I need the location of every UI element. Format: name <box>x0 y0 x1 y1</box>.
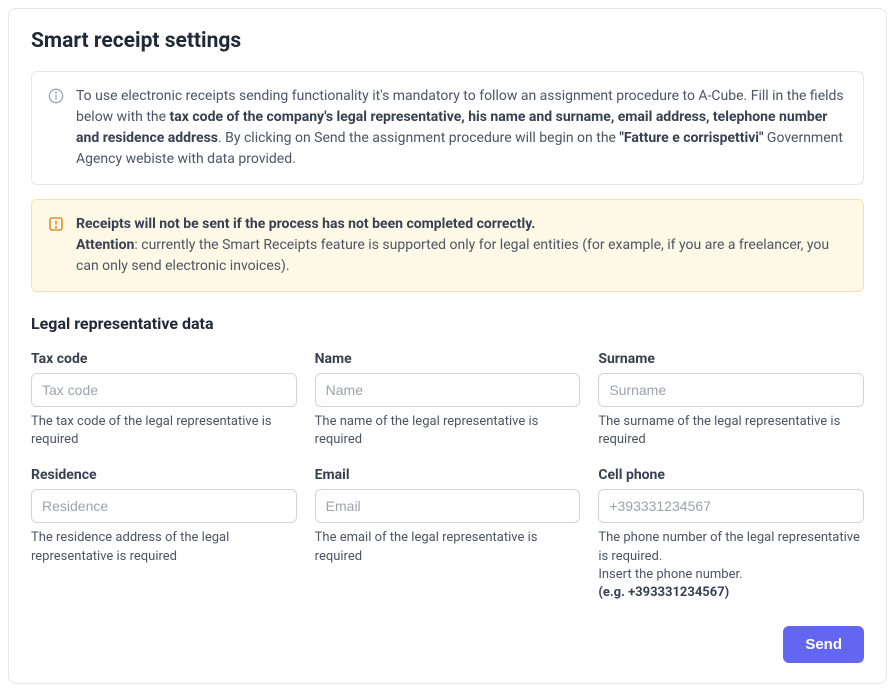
warning-icon <box>48 216 64 277</box>
field-email: Email The email of the legal representat… <box>315 467 581 602</box>
send-button[interactable]: Send <box>783 626 864 663</box>
info-banner: To use electronic receipts sending funct… <box>31 71 864 185</box>
name-label: Name <box>315 351 581 367</box>
surname-input[interactable] <box>598 373 864 407</box>
field-residence: Residence The residence address of the l… <box>31 467 297 602</box>
tax-code-label: Tax code <box>31 351 297 367</box>
info-icon <box>48 88 64 170</box>
warning-banner: Receipts will not be sent if the process… <box>31 199 864 292</box>
page-title: Smart receipt settings <box>31 29 864 53</box>
phone-helper: The phone number of the legal representa… <box>598 529 864 602</box>
actions-row: Send <box>31 626 864 663</box>
form-grid: Tax code The tax code of the legal repre… <box>31 351 864 602</box>
surname-helper: The surname of the legal representative … <box>598 413 864 449</box>
section-title: Legal representative data <box>31 314 864 333</box>
email-helper: The email of the legal representative is… <box>315 529 581 565</box>
phone-label: Cell phone <box>598 467 864 483</box>
field-name: Name The name of the legal representativ… <box>315 351 581 449</box>
settings-card: Smart receipt settings To use electronic… <box>8 8 887 684</box>
email-label: Email <box>315 467 581 483</box>
residence-helper: The residence address of the legal repre… <box>31 529 297 565</box>
tax-code-input[interactable] <box>31 373 297 407</box>
tax-code-helper: The tax code of the legal representative… <box>31 413 297 449</box>
field-tax-code: Tax code The tax code of the legal repre… <box>31 351 297 449</box>
name-input[interactable] <box>315 373 581 407</box>
residence-label: Residence <box>31 467 297 483</box>
warning-banner-text: Receipts will not be sent if the process… <box>76 214 847 277</box>
info-banner-text: To use electronic receipts sending funct… <box>76 86 847 170</box>
surname-label: Surname <box>598 351 864 367</box>
residence-input[interactable] <box>31 489 297 523</box>
email-input[interactable] <box>315 489 581 523</box>
field-phone: Cell phone The phone number of the legal… <box>598 467 864 602</box>
name-helper: The name of the legal representative is … <box>315 413 581 449</box>
field-surname: Surname The surname of the legal represe… <box>598 351 864 449</box>
phone-input[interactable] <box>598 489 864 523</box>
